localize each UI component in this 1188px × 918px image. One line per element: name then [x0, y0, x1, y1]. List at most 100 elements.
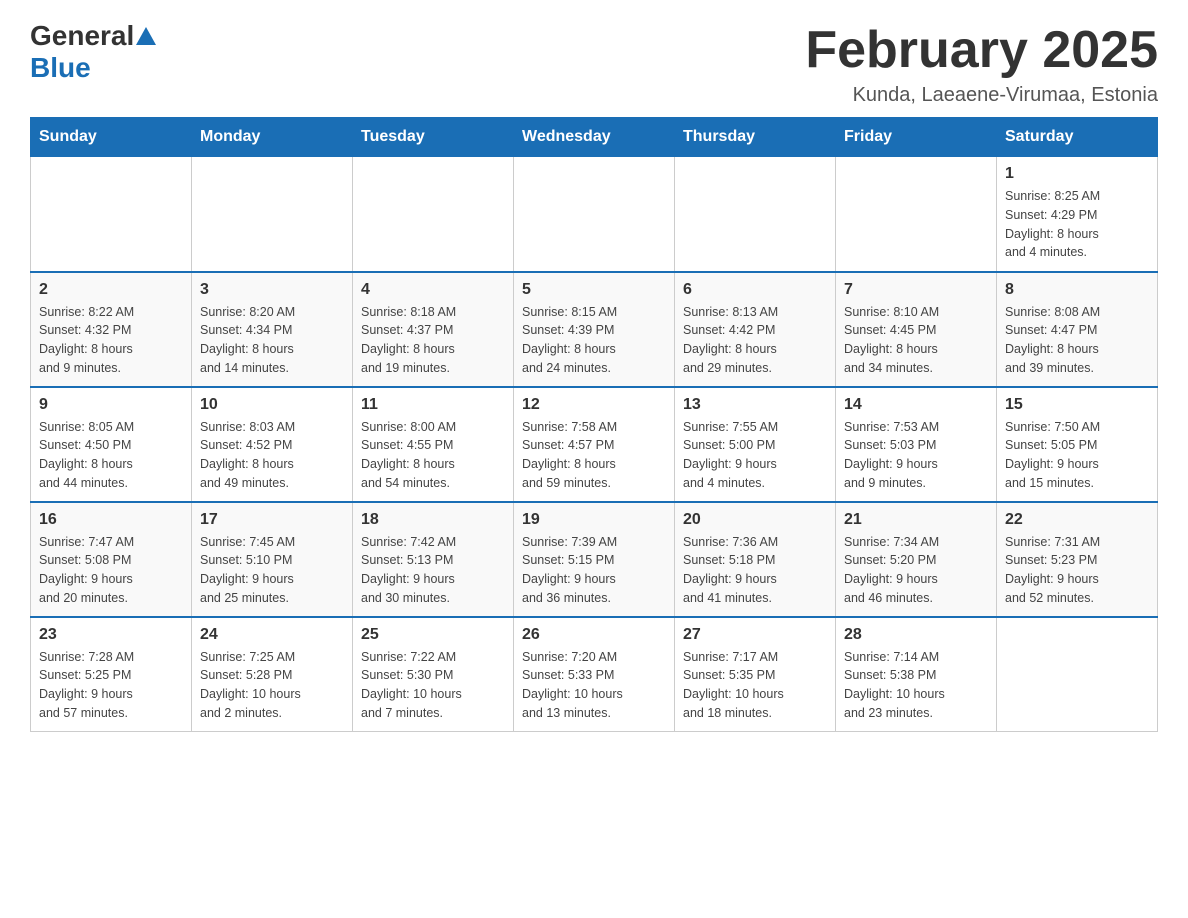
- calendar-day-cell: 21Sunrise: 7:34 AM Sunset: 5:20 PM Dayli…: [836, 502, 997, 617]
- calendar-day-cell: [31, 157, 192, 272]
- calendar-day-cell: [514, 157, 675, 272]
- day-number: 9: [39, 396, 183, 414]
- day-number: 16: [39, 511, 183, 529]
- calendar-day-cell: 18 Sunrise: 7:42 AM Sunset: 5:13 PM Dayli…: [353, 502, 514, 617]
- day-info: Sunrise: 8:22 AM Sunset: 4:32 PM Dayligh…: [39, 303, 183, 378]
- day-number: 23: [39, 626, 183, 644]
- day-info: Sunrise: 8:18 AM Sunset: 4:37 PM Dayligh…: [361, 303, 505, 378]
- calendar-day-cell: 16 Sunrise: 7:47 AM Sunset: 5:08 PM Dayli…: [31, 502, 192, 617]
- calendar-day-cell: [836, 157, 997, 272]
- day-number: 15: [1005, 396, 1149, 414]
- calendar-week-row: 23 Sunrise: 7:28 AM Sunset: 5:25 PM Dayli…: [31, 617, 1158, 732]
- calendar-day-cell: [192, 157, 353, 272]
- day-number: 7: [844, 281, 988, 299]
- calendar-day-cell: 17 Sunrise: 7:45 AM Sunset: 5:10 PM Dayli…: [192, 502, 353, 617]
- location: Kunda, Laeaene-Virumaa, Estonia: [805, 84, 1158, 107]
- day-number: 28: [844, 626, 988, 644]
- calendar-day-header: Wednesday: [514, 118, 675, 157]
- day-info: Sunrise: 7:36 AM Sunset: 5:18 PM Dayligh…: [683, 533, 827, 608]
- title-block: February 2025 Kunda, Laeaene-Virumaa, Es…: [805, 20, 1158, 107]
- calendar-header-row: SundayMondayTuesdayWednesdayThursdayFrid…: [31, 118, 1158, 157]
- day-number: 24: [200, 626, 344, 644]
- day-number: 2: [39, 281, 183, 299]
- calendar-week-row: 1 Sunrise: 8:25 AM Sunset: 4:29 PM Daylig…: [31, 157, 1158, 272]
- calendar-day-header: Monday: [192, 118, 353, 157]
- day-number: 12: [522, 396, 666, 414]
- logo-triangle-icon: [136, 27, 156, 45]
- calendar-table: SundayMondayTuesdayWednesdayThursdayFrid…: [30, 117, 1158, 732]
- day-number: 26: [522, 626, 666, 644]
- day-number: 17: [200, 511, 344, 529]
- calendar-day-cell: 23 Sunrise: 7:28 AM Sunset: 5:25 PM Dayli…: [31, 617, 192, 732]
- day-number: 1: [1005, 165, 1149, 183]
- day-info: Sunrise: 7:28 AM Sunset: 5:25 PM Dayligh…: [39, 648, 183, 723]
- day-number: 11: [361, 396, 505, 414]
- day-info: Sunrise: 7:47 AM Sunset: 5:08 PM Dayligh…: [39, 533, 183, 608]
- day-number: 10: [200, 396, 344, 414]
- day-number: 4: [361, 281, 505, 299]
- day-number: 8: [1005, 281, 1149, 299]
- day-number: 21: [844, 511, 988, 529]
- calendar-day-cell: 11 Sunrise: 8:00 AM Sunset: 4:55 PM Dayli…: [353, 387, 514, 502]
- calendar-day-header: Friday: [836, 118, 997, 157]
- day-number: 25: [361, 626, 505, 644]
- calendar-week-row: 16 Sunrise: 7:47 AM Sunset: 5:08 PM Dayli…: [31, 502, 1158, 617]
- calendar-day-cell: 13 Sunrise: 7:55 AM Sunset: 5:00 PM Dayli…: [675, 387, 836, 502]
- calendar-day-cell: 5 Sunrise: 8:15 AM Sunset: 4:39 PM Daylig…: [514, 272, 675, 387]
- month-title: February 2025: [805, 20, 1158, 80]
- day-info: Sunrise: 7:42 AM Sunset: 5:13 PM Dayligh…: [361, 533, 505, 608]
- calendar-day-cell: 6 Sunrise: 8:13 AM Sunset: 4:42 PM Daylig…: [675, 272, 836, 387]
- day-info: Sunrise: 7:58 AM Sunset: 4:57 PM Dayligh…: [522, 418, 666, 493]
- day-number: 18: [361, 511, 505, 529]
- calendar-week-row: 9 Sunrise: 8:05 AM Sunset: 4:50 PM Daylig…: [31, 387, 1158, 502]
- calendar-day-cell: 15Sunrise: 7:50 AM Sunset: 5:05 PM Dayli…: [997, 387, 1158, 502]
- day-number: 6: [683, 281, 827, 299]
- day-number: 27: [683, 626, 827, 644]
- day-info: Sunrise: 7:31 AM Sunset: 5:23 PM Dayligh…: [1005, 533, 1149, 608]
- day-info: Sunrise: 8:08 AM Sunset: 4:47 PM Dayligh…: [1005, 303, 1149, 378]
- calendar-day-header: Thursday: [675, 118, 836, 157]
- day-number: 5: [522, 281, 666, 299]
- calendar-day-cell: 4 Sunrise: 8:18 AM Sunset: 4:37 PM Daylig…: [353, 272, 514, 387]
- calendar-day-header: Saturday: [997, 118, 1158, 157]
- day-info: Sunrise: 7:45 AM Sunset: 5:10 PM Dayligh…: [200, 533, 344, 608]
- day-info: Sunrise: 7:53 AM Sunset: 5:03 PM Dayligh…: [844, 418, 988, 493]
- calendar-day-cell: 20Sunrise: 7:36 AM Sunset: 5:18 PM Dayli…: [675, 502, 836, 617]
- day-info: Sunrise: 8:25 AM Sunset: 4:29 PM Dayligh…: [1005, 187, 1149, 262]
- logo-blue-text: Blue: [30, 52, 91, 84]
- day-info: Sunrise: 8:00 AM Sunset: 4:55 PM Dayligh…: [361, 418, 505, 493]
- day-info: Sunrise: 7:17 AM Sunset: 5:35 PM Dayligh…: [683, 648, 827, 723]
- day-number: 3: [200, 281, 344, 299]
- page-header: General Blue February 2025 Kunda, Laeaen…: [30, 20, 1158, 107]
- calendar-week-row: 2 Sunrise: 8:22 AM Sunset: 4:32 PM Daylig…: [31, 272, 1158, 387]
- day-info: Sunrise: 7:55 AM Sunset: 5:00 PM Dayligh…: [683, 418, 827, 493]
- day-number: 22: [1005, 511, 1149, 529]
- calendar-day-cell: 27 Sunrise: 7:17 AM Sunset: 5:35 PM Dayli…: [675, 617, 836, 732]
- calendar-day-cell: 9 Sunrise: 8:05 AM Sunset: 4:50 PM Daylig…: [31, 387, 192, 502]
- day-number: 19: [522, 511, 666, 529]
- day-number: 13: [683, 396, 827, 414]
- calendar-day-cell: 25 Sunrise: 7:22 AM Sunset: 5:30 PM Dayli…: [353, 617, 514, 732]
- calendar-day-cell: 24 Sunrise: 7:25 AM Sunset: 5:28 PM Dayli…: [192, 617, 353, 732]
- calendar-day-cell: 14 Sunrise: 7:53 AM Sunset: 5:03 PM Dayli…: [836, 387, 997, 502]
- day-info: Sunrise: 8:13 AM Sunset: 4:42 PM Dayligh…: [683, 303, 827, 378]
- calendar-day-cell: [675, 157, 836, 272]
- day-info: Sunrise: 8:05 AM Sunset: 4:50 PM Dayligh…: [39, 418, 183, 493]
- calendar-day-header: Sunday: [31, 118, 192, 157]
- calendar-day-cell: [997, 617, 1158, 732]
- day-info: Sunrise: 8:10 AM Sunset: 4:45 PM Dayligh…: [844, 303, 988, 378]
- day-info: Sunrise: 8:20 AM Sunset: 4:34 PM Dayligh…: [200, 303, 344, 378]
- day-info: Sunrise: 8:15 AM Sunset: 4:39 PM Dayligh…: [522, 303, 666, 378]
- day-info: Sunrise: 7:22 AM Sunset: 5:30 PM Dayligh…: [361, 648, 505, 723]
- day-info: Sunrise: 7:25 AM Sunset: 5:28 PM Dayligh…: [200, 648, 344, 723]
- calendar-day-cell: 12 Sunrise: 7:58 AM Sunset: 4:57 PM Dayli…: [514, 387, 675, 502]
- calendar-day-cell: 8 Sunrise: 8:08 AM Sunset: 4:47 PM Daylig…: [997, 272, 1158, 387]
- logo-general-text: General: [30, 20, 134, 52]
- calendar-day-cell: 10 Sunrise: 8:03 AM Sunset: 4:52 PM Dayli…: [192, 387, 353, 502]
- calendar-day-cell: 22 Sunrise: 7:31 AM Sunset: 5:23 PM Dayli…: [997, 502, 1158, 617]
- calendar-day-cell: [353, 157, 514, 272]
- calendar-day-cell: 2 Sunrise: 8:22 AM Sunset: 4:32 PM Daylig…: [31, 272, 192, 387]
- calendar-day-cell: 28Sunrise: 7:14 AM Sunset: 5:38 PM Dayli…: [836, 617, 997, 732]
- day-number: 14: [844, 396, 988, 414]
- day-info: Sunrise: 8:03 AM Sunset: 4:52 PM Dayligh…: [200, 418, 344, 493]
